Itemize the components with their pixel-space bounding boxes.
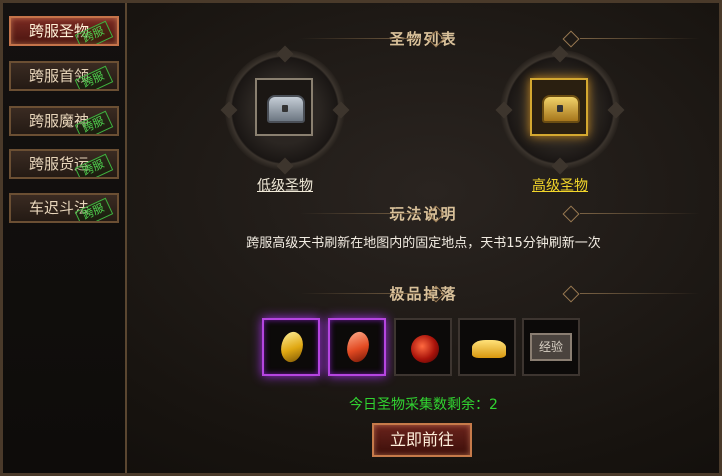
relic-list-title: 圣物列表	[125, 28, 722, 48]
go-now-button[interactable]: 立即前往	[372, 423, 472, 457]
divider	[580, 213, 700, 214]
divider	[300, 213, 420, 214]
section-title-text: 极品掉落	[389, 285, 458, 303]
red-gem-icon	[341, 328, 375, 366]
divider	[300, 293, 420, 294]
section-title-text: 玩法说明	[389, 205, 458, 223]
tab-chechi-duel[interactable]: 车迟斗法 跨服	[9, 193, 119, 223]
divider	[580, 38, 700, 39]
drop-slot[interactable]: 经验	[522, 318, 580, 376]
red-orb-icon	[411, 335, 439, 363]
high-relic-label[interactable]: 高级圣物	[490, 175, 630, 195]
tab-cross-server-relic[interactable]: 跨服圣物 跨服	[9, 16, 119, 46]
gold-chest-icon	[542, 95, 580, 123]
silver-chest-icon	[267, 95, 305, 123]
drop-slot[interactable]	[262, 318, 320, 376]
low-relic-label[interactable]: 低级圣物	[215, 175, 355, 195]
low-relic-slot[interactable]	[255, 78, 313, 136]
rules-description: 跨服高级天书刷新在地图内的固定地点，天书15分钟刷新一次	[246, 236, 601, 251]
gold-ingot-icon	[472, 340, 506, 358]
ornament-icon	[562, 285, 580, 303]
divider	[300, 38, 420, 39]
low-relic[interactable]: 低级圣物	[215, 45, 355, 200]
tab-cross-server-demon[interactable]: 跨服魔神 跨服	[9, 106, 119, 136]
drop-slot[interactable]	[458, 318, 516, 376]
ornament-icon	[562, 30, 580, 48]
drop-slot[interactable]	[328, 318, 386, 376]
high-relic[interactable]: 高级圣物	[490, 45, 630, 200]
remaining-count: 今日圣物采集数剩余：2	[349, 397, 498, 413]
divider	[580, 293, 700, 294]
drops-title: 极品掉落	[125, 283, 722, 303]
section-title-text: 圣物列表	[389, 30, 458, 48]
high-relic-slot[interactable]	[530, 78, 588, 136]
rules-title: 玩法说明	[125, 203, 722, 223]
tab-cross-server-cargo[interactable]: 跨服货运 跨服	[9, 149, 119, 179]
experience-scroll-icon: 经验	[530, 333, 572, 361]
drop-slot[interactable]	[394, 318, 452, 376]
ornament-icon	[562, 205, 580, 223]
tab-cross-server-boss[interactable]: 跨服首领 跨服	[9, 61, 119, 91]
sidebar: 跨服圣物 跨服 跨服首领 跨服 跨服魔神 跨服 跨服货运 跨服 车迟斗法 跨服	[3, 3, 127, 473]
yellow-gem-icon	[275, 328, 309, 366]
